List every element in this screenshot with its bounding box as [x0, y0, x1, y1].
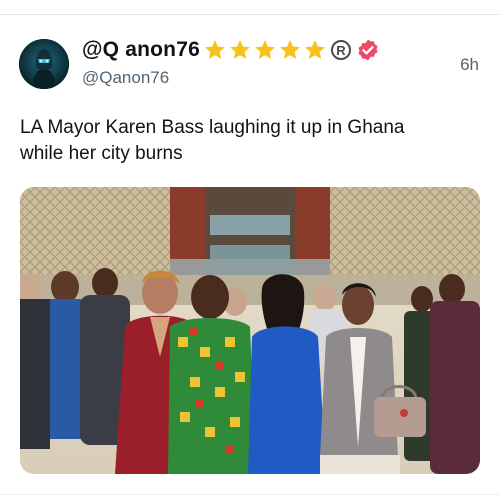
star-icon [204, 40, 225, 59]
star-icon [254, 40, 275, 59]
divider-bottom [0, 494, 500, 495]
registered-icon: R [330, 40, 351, 60]
author-avatar[interactable] [19, 39, 69, 89]
tweet-text: LA Mayor Karen Bass laughing it up in Gh… [20, 115, 480, 167]
author-display-name[interactable]: @Q anon76 [82, 38, 200, 62]
star-icon [229, 40, 250, 59]
group-photo-illustration [20, 187, 480, 474]
tweet-timestamp[interactable]: 6h [460, 55, 479, 75]
tweet-text-line: LA Mayor Karen Bass laughing it up in Gh… [20, 117, 405, 138]
tweet-photo[interactable] [20, 187, 480, 474]
badge-stars [203, 38, 328, 62]
masked-figure-avatar-icon [19, 39, 69, 89]
star-icon [279, 40, 300, 59]
star-icon [304, 40, 325, 59]
author-handle[interactable]: @Qanon76 [82, 68, 169, 88]
verified-badge-icon [358, 39, 378, 61]
tweet-text-line: while her city burns [20, 143, 183, 164]
divider-top [0, 14, 500, 15]
author-name-row: @Q anon76 R [82, 37, 380, 63]
